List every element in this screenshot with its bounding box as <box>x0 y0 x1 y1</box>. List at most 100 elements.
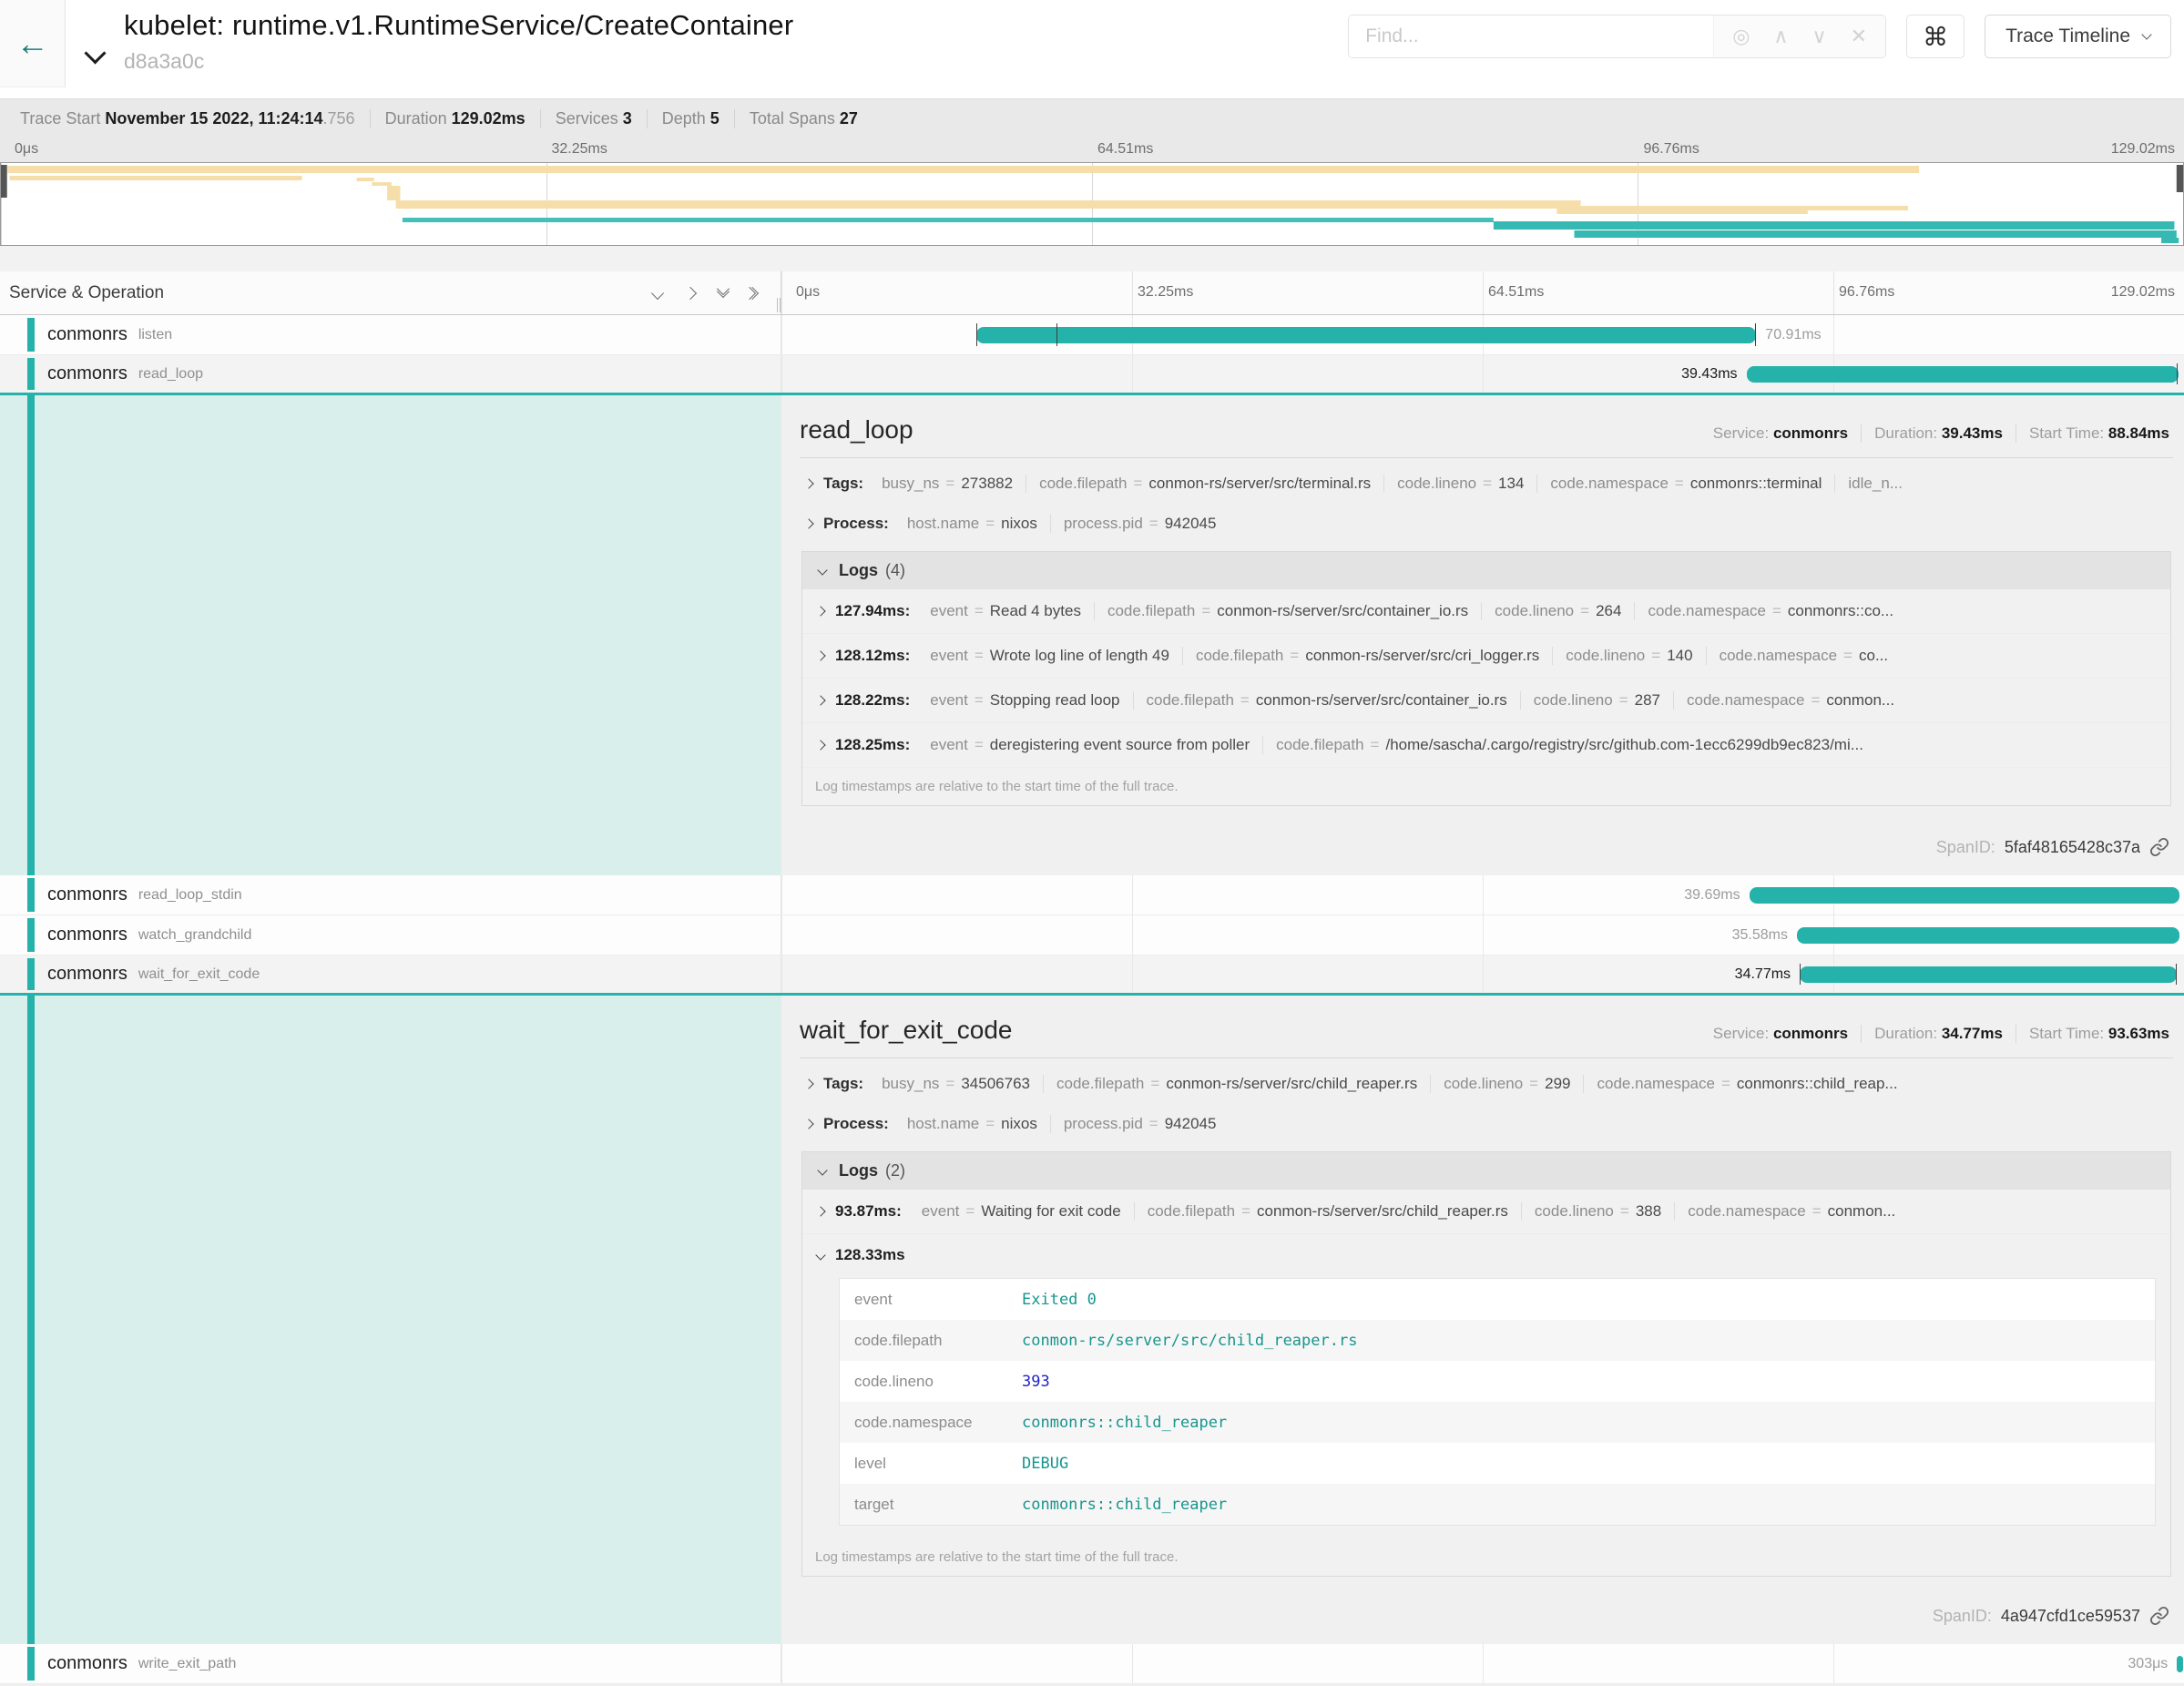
tag-key: code.namespace <box>1550 475 1668 492</box>
detail-panel-tree-gutter <box>0 996 781 1644</box>
tag-value: conmonrs::terminal <box>1690 475 1822 492</box>
tags-row[interactable]: Tags:busy_ns=34506763code.filepath=conmo… <box>800 1075 2173 1093</box>
detail-meta-item: Duration: 34.77ms <box>1862 1025 2016 1043</box>
detail-panel-tree-gutter <box>0 395 781 875</box>
logs-title: Logs <box>839 1161 878 1180</box>
span-row[interactable]: conmonrs watch_grandchild 35.58ms <box>0 915 2184 955</box>
ruler-tick: 64.51ms <box>1488 284 1544 301</box>
service-name: conmonrs <box>47 925 128 945</box>
find-input[interactable] <box>1349 15 1713 57</box>
ruler-tick: 129.02ms <box>2111 284 2175 301</box>
link-icon[interactable] <box>2149 837 2169 857</box>
detail-meta-item: Start Time: 88.84ms <box>2016 424 2173 443</box>
log-entry[interactable]: 128.25ms:event=deregistering event sourc… <box>802 723 2170 768</box>
tag-equals: = <box>1149 515 1158 532</box>
detail-meta-item: Start Time: 93.63ms <box>2016 1025 2173 1043</box>
log-field-key: event <box>840 1291 1022 1309</box>
detail-meta-item: Service: conmonrs <box>1700 424 1862 443</box>
logs-header[interactable]: Logs(2) <box>802 1152 2170 1190</box>
expand-all-icon[interactable] <box>751 289 757 298</box>
span-row[interactable]: conmonrsread_loop39.43ms <box>0 355 2184 395</box>
logs-header[interactable]: Logs(4) <box>802 552 2170 589</box>
back-button[interactable]: ← <box>0 0 66 87</box>
span-bar[interactable] <box>976 327 1756 343</box>
log-entry[interactable]: 93.87ms:event=Waiting for exit codecode.… <box>802 1190 2170 1234</box>
span-row-name-cell[interactable]: conmonrslisten <box>0 315 781 354</box>
tag-key: host.name <box>907 515 979 532</box>
span-timeline-cell[interactable]: 35.58ms <box>781 915 2184 955</box>
operation-name: watch_grandchild <box>138 927 252 944</box>
process-row[interactable]: Process:host.name=nixosprocess.pid=94204… <box>800 515 2173 533</box>
tag-equals: = <box>1290 647 1299 664</box>
span-timeline-cell[interactable]: 303μs <box>781 1644 2184 1683</box>
span-bar[interactable] <box>1800 966 2177 983</box>
collapse-chevron-icon[interactable] <box>66 0 124 98</box>
tag-item: code.lineno=287 <box>1521 691 1674 710</box>
span-bar[interactable] <box>1797 927 2179 944</box>
span-bar[interactable] <box>1747 366 2179 383</box>
log-entry[interactable]: 128.22ms:event=Stopping read loopcode.fi… <box>802 679 2170 723</box>
expand-one-icon[interactable] <box>686 289 695 298</box>
log-entry[interactable]: 128.12ms:event=Wrote log line of length … <box>802 634 2170 679</box>
log-field-key: target <box>840 1496 1022 1514</box>
span-timeline-cell[interactable]: 70.91ms <box>781 315 2184 354</box>
tag-equals: = <box>1150 1075 1159 1092</box>
tag-equals: = <box>975 647 984 664</box>
span-timeline-cell[interactable]: 39.43ms <box>781 355 2184 393</box>
summary-item: Total Spans 27 <box>735 109 873 128</box>
tag-key: code.lineno <box>1495 602 1574 619</box>
span-row-name-cell[interactable]: conmonrsread_loop <box>0 355 781 393</box>
match-target-icon[interactable]: ◎ <box>1732 25 1750 48</box>
tag-item: code.lineno=134 <box>1384 475 1537 493</box>
log-entry-expanded-header[interactable]: 128.33ms <box>802 1234 2170 1276</box>
span-bar[interactable] <box>1750 887 2180 904</box>
log-timestamp: 93.87ms: <box>835 1202 902 1221</box>
link-icon[interactable] <box>2149 1606 2169 1626</box>
span-row-name-cell[interactable]: conmonrswrite_exit_path <box>0 1644 781 1683</box>
span-timeline-cell[interactable]: 39.69ms <box>781 875 2184 915</box>
trace-minimap[interactable] <box>0 162 2184 246</box>
span-row[interactable]: conmonrswrite_exit_path303μs <box>0 1644 2184 1684</box>
log-entry[interactable]: 127.94ms:event=Read 4 bytescode.filepath… <box>802 589 2170 634</box>
detail-meta-label: Service: <box>1713 424 1773 442</box>
span-row-name-cell[interactable]: conmonrswait_for_exit_code <box>0 955 781 993</box>
span-duration-label: 35.58ms <box>1732 927 1788 944</box>
span-row-name-cell[interactable]: conmonrs watch_grandchild <box>0 915 781 955</box>
find-group: ◎ ∧ ∨ ✕ <box>1348 15 1886 58</box>
log-fields: event=Read 4 bytescode.filepath=conmon-r… <box>917 602 1906 620</box>
span-row[interactable]: conmonrswait_for_exit_code34.77ms <box>0 955 2184 996</box>
minimap-span-segment <box>2161 238 2179 243</box>
tag-value: Waiting for exit code <box>981 1202 1120 1220</box>
span-bar[interactable] <box>2177 1656 2183 1672</box>
minimap-tick: 32.25ms <box>552 141 607 158</box>
next-match-icon[interactable]: ∨ <box>1812 25 1827 48</box>
span-timeline-cell[interactable]: 34.77ms <box>781 955 2184 993</box>
operation-name: listen <box>138 327 172 343</box>
collapse-one-icon[interactable] <box>653 289 662 298</box>
tag-equals: = <box>985 515 995 532</box>
span-row[interactable]: conmonrsread_loop_stdin39.69ms <box>0 875 2184 915</box>
span-row[interactable]: conmonrslisten70.91ms <box>0 315 2184 355</box>
collapse-all-icon[interactable] <box>719 291 728 296</box>
tag-equals: = <box>1529 1075 1538 1092</box>
process-row[interactable]: Process:host.name=nixosprocess.pid=94204… <box>800 1115 2173 1133</box>
span-row-name-cell[interactable]: conmonrsread_loop_stdin <box>0 875 781 915</box>
span-id-value: 5faf48165428c37a <box>2005 838 2140 857</box>
chevron-right-icon <box>815 650 825 660</box>
prev-match-icon[interactable]: ∧ <box>1773 25 1788 48</box>
tag-key: event <box>930 736 968 753</box>
tag-key: event <box>922 1202 960 1220</box>
keyboard-shortcuts-button[interactable]: ⌘ <box>1906 15 1965 58</box>
tag-value: conmon-rs/server/src/container_io.rs <box>1256 691 1507 709</box>
tag-equals: = <box>975 736 984 753</box>
tags-row[interactable]: Tags:busy_ns=273882code.filepath=conmon-… <box>800 475 2173 493</box>
summary-label: Trace Start <box>20 109 105 128</box>
clear-search-icon[interactable]: ✕ <box>1851 25 1867 48</box>
log-table-row: eventExited 0 <box>840 1279 2155 1320</box>
tag-key: busy_ns <box>882 475 939 492</box>
tag-key: code.lineno <box>1397 475 1476 492</box>
tag-value: conmon-rs/server/src/terminal.rs <box>1148 475 1371 492</box>
view-selector-button[interactable]: Trace Timeline <box>1985 15 2171 58</box>
tag-item: code.filepath=conmon-rs/server/src/conta… <box>1134 691 1521 710</box>
log-timestamp: 128.12ms: <box>835 647 910 665</box>
